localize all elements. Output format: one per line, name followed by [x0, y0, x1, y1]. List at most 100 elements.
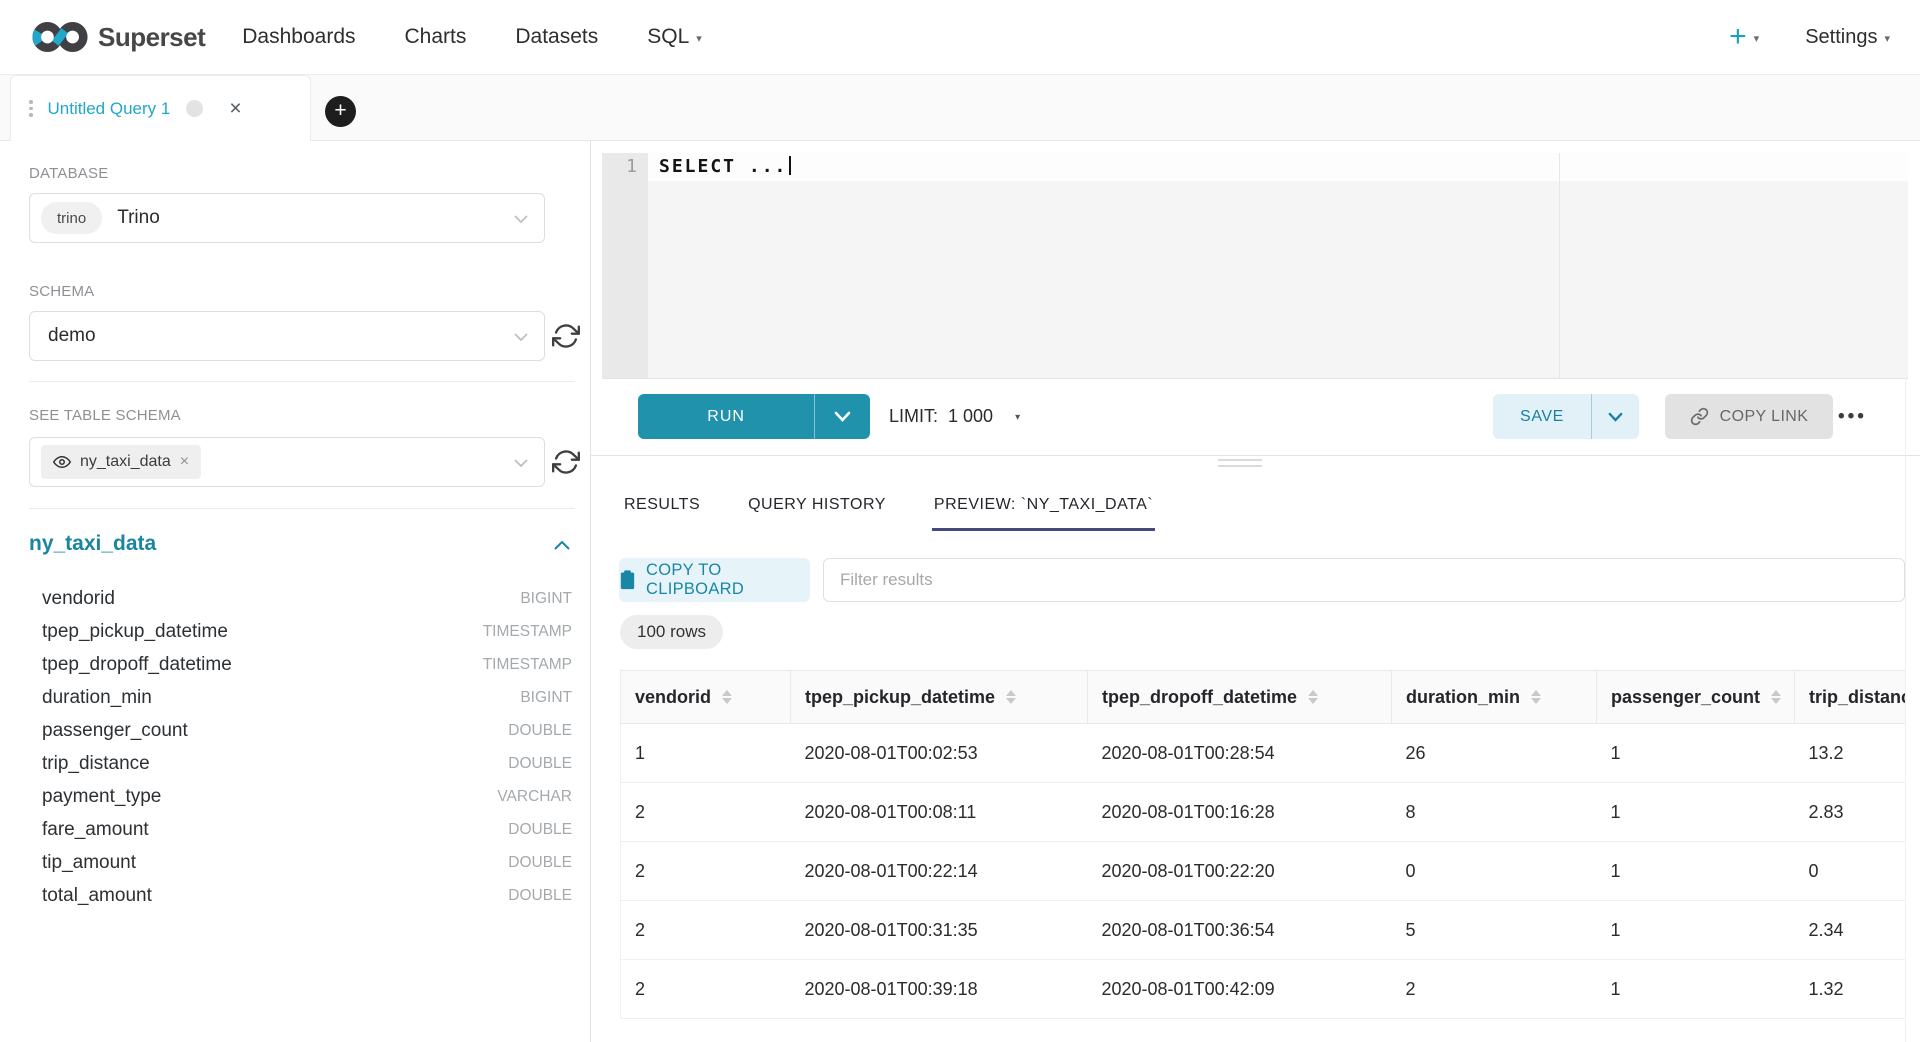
column-row: vendoridBIGINT: [42, 582, 572, 615]
column-header-duration[interactable]: duration_min: [1392, 671, 1597, 724]
column-header-vendorid[interactable]: vendorid: [621, 671, 791, 724]
column-row: tpep_pickup_datetimeTIMESTAMP: [42, 615, 572, 648]
sql-lab-sidebar: DATABASE trino Trino SCHEMA demo SEE TAB…: [10, 141, 591, 1042]
sort-icon: [1006, 690, 1016, 704]
table-row: 2 2020-08-01T00:08:11 2020-08-01T00:16:2…: [621, 783, 1906, 842]
tab-results[interactable]: RESULTS: [622, 455, 702, 531]
column-header-dropoff[interactable]: tpep_dropoff_datetime: [1088, 671, 1392, 724]
clipboard-icon: [619, 570, 636, 590]
table-row: 2 2020-08-01T00:31:35 2020-08-01T00:36:5…: [621, 901, 1906, 960]
save-options-button[interactable]: [1591, 394, 1639, 439]
editor-print-margin: [1559, 153, 1560, 378]
column-header-passenger[interactable]: passenger_count: [1597, 671, 1795, 724]
column-row: tip_amountDOUBLE: [42, 846, 572, 879]
table-schema-select[interactable]: ny_taxi_data ×: [29, 437, 545, 487]
limit-label: LIMIT:: [889, 406, 938, 427]
sort-icon: [1531, 690, 1541, 704]
column-row: tpep_dropoff_datetimeTIMESTAMP: [42, 648, 572, 681]
limit-value: 1 000: [948, 406, 993, 427]
table-pill: ny_taxi_data ×: [41, 445, 201, 479]
editor-toolbar: RUN LIMIT: 1 000 ▾ SAVE: [591, 378, 1920, 456]
run-query-button[interactable]: RUN: [638, 394, 870, 439]
query-tabbar: Untitled Query 1 × +: [0, 75, 1920, 141]
column-row: trip_distanceDOUBLE: [42, 747, 572, 780]
nav-charts[interactable]: Charts: [405, 25, 467, 49]
database-select[interactable]: trino Trino: [29, 193, 545, 243]
caret-down-icon: ▾: [1884, 32, 1890, 45]
sidebar-divider: [29, 381, 575, 382]
editor-gutter: 1: [602, 153, 648, 378]
sql-code-line: SELECT ...: [659, 153, 791, 181]
results-tabbar: RESULTS QUERY HISTORY PREVIEW: `NY_TAXI_…: [622, 455, 1155, 531]
copy-to-clipboard-label: COPY TO CLIPBOARD: [646, 561, 810, 599]
save-label[interactable]: SAVE: [1493, 394, 1591, 439]
close-tab-icon[interactable]: ×: [229, 98, 241, 119]
copy-link-label: COPY LINK: [1720, 408, 1809, 426]
superset-infinity-icon: [31, 19, 89, 55]
editor-active-line: [648, 153, 1908, 181]
refresh-schemas-icon[interactable]: [552, 322, 580, 350]
schema-select[interactable]: demo: [29, 311, 545, 361]
scrollbar-track[interactable]: [1905, 378, 1906, 1042]
column-header-pickup[interactable]: tpep_pickup_datetime: [791, 671, 1088, 724]
database-engine-pill: trino: [41, 202, 102, 234]
query-tab-label: Untitled Query 1: [48, 99, 171, 119]
collapse-table-icon[interactable]: [554, 540, 570, 550]
schema-value: demo: [48, 325, 96, 347]
preview-table-container: vendorid tpep_pickup_datetime tpep_dropo…: [620, 670, 1905, 1019]
nav-sql-menu[interactable]: SQL ▾: [647, 25, 702, 49]
tab-preview-ny-taxi-data[interactable]: PREVIEW: `NY_TAXI_DATA`: [932, 455, 1155, 531]
sql-code-editor[interactable]: 1 SELECT ...: [602, 153, 1908, 379]
settings-menu[interactable]: Settings ▾: [1805, 26, 1890, 49]
plus-icon: +: [1729, 22, 1747, 52]
row-count-badge: 100 rows: [620, 615, 723, 649]
column-row: fare_amountDOUBLE: [42, 813, 572, 846]
table-header-row: vendorid tpep_pickup_datetime tpep_dropo…: [621, 671, 1906, 724]
column-row: passenger_countDOUBLE: [42, 714, 572, 747]
tab-query-history[interactable]: QUERY HISTORY: [746, 455, 888, 531]
sidebar-divider: [29, 508, 575, 509]
run-options-button[interactable]: [814, 394, 870, 439]
column-header-trip-distance[interactable]: trip_distance: [1795, 671, 1906, 724]
see-table-schema-label: SEE TABLE SCHEMA: [29, 407, 181, 424]
nav-dashboards[interactable]: Dashboards: [242, 25, 355, 49]
more-actions-button[interactable]: •••: [1838, 394, 1867, 439]
sort-icon: [722, 690, 732, 704]
caret-down-icon: ▾: [1754, 32, 1760, 45]
chevron-down-icon: [514, 333, 528, 342]
limit-dropdown[interactable]: LIMIT: 1 000 ▾: [889, 394, 1020, 439]
preview-toolbar: COPY TO CLIPBOARD: [619, 558, 1905, 602]
table-schema-title: ny_taxi_data: [29, 532, 156, 556]
copy-to-clipboard-button[interactable]: COPY TO CLIPBOARD: [619, 558, 810, 602]
table-row: 2 2020-08-01T00:22:14 2020-08-01T00:22:2…: [621, 842, 1906, 901]
nav-datasets[interactable]: Datasets: [515, 25, 598, 49]
chevron-down-icon: [514, 459, 528, 468]
column-row: duration_minBIGINT: [42, 681, 572, 714]
column-row: total_amountDOUBLE: [42, 879, 572, 912]
new-item-menu[interactable]: + ▾: [1729, 22, 1759, 52]
text-cursor: [789, 156, 791, 175]
link-icon: [1690, 407, 1709, 426]
brand-name: Superset: [98, 22, 205, 53]
drag-handle-icon[interactable]: [29, 100, 33, 117]
caret-down-icon: ▾: [696, 32, 702, 45]
database-value: Trino: [117, 207, 160, 229]
remove-table-icon[interactable]: ×: [180, 454, 189, 470]
plus-icon: +: [334, 100, 346, 121]
sql-editor-panel: 1 SELECT ... RUN LIMIT: 1 000 ▾ SAVE: [591, 141, 1920, 1042]
table-row: 1 2020-08-01T00:02:53 2020-08-01T00:28:5…: [621, 724, 1906, 783]
add-tab-button[interactable]: +: [325, 96, 356, 127]
nav-right: + ▾ Settings ▾: [1729, 22, 1890, 52]
run-label[interactable]: RUN: [638, 394, 814, 439]
pane-resize-handle[interactable]: [1218, 459, 1262, 471]
chevron-down-icon: [514, 215, 528, 224]
top-navbar: Superset Dashboards Charts Datasets SQL …: [0, 0, 1920, 75]
copy-link-button[interactable]: COPY LINK: [1665, 394, 1833, 439]
refresh-tables-icon[interactable]: [552, 448, 580, 476]
superset-logo[interactable]: Superset: [31, 19, 205, 55]
query-tab-active[interactable]: Untitled Query 1 ×: [10, 75, 311, 141]
table-pill-label: ny_taxi_data: [80, 453, 171, 471]
filter-results-input[interactable]: [823, 558, 1905, 602]
save-query-button[interactable]: SAVE: [1493, 394, 1639, 439]
database-label: DATABASE: [29, 165, 108, 182]
